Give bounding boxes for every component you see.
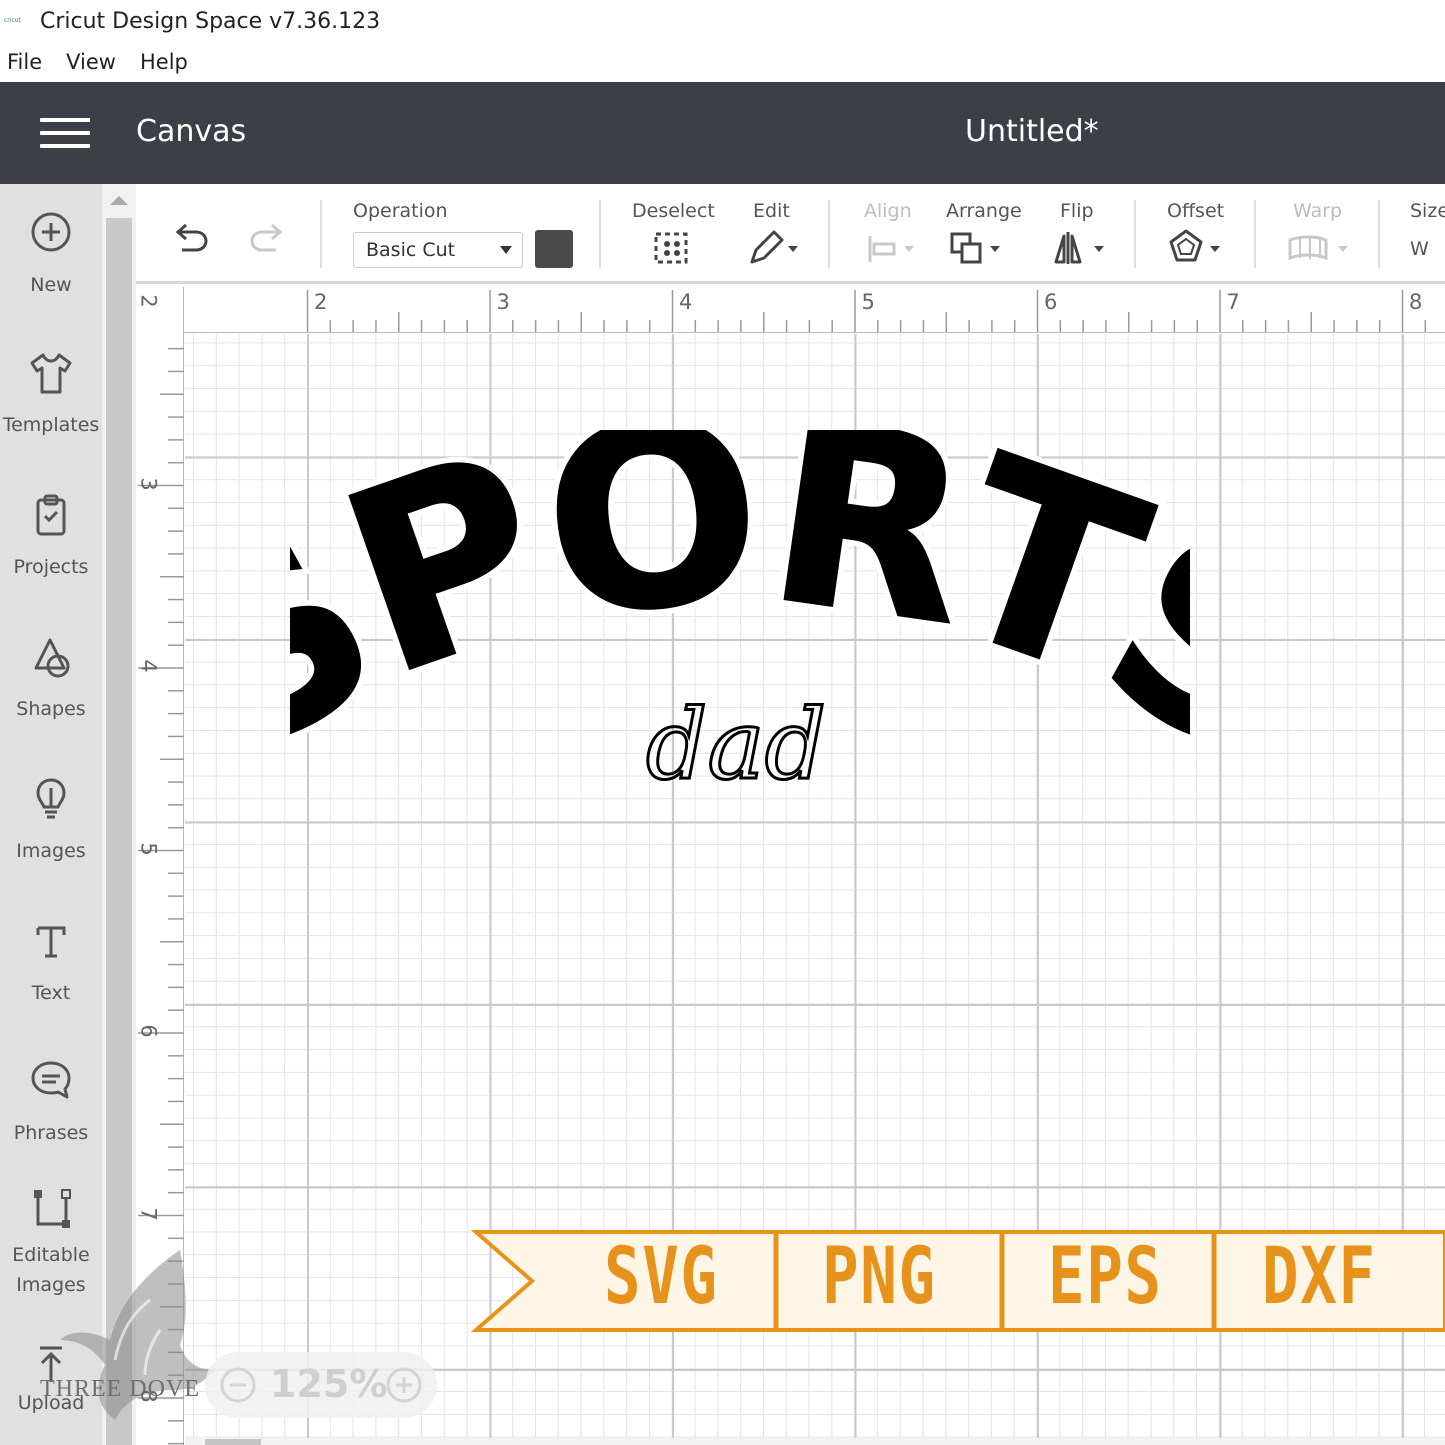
app-header: Canvas Untitled* (0, 82, 1445, 184)
ruler-left-label: 3 (136, 476, 161, 491)
text-icon (36, 926, 66, 958)
sidebar-label: Images (16, 840, 86, 862)
sidebar-item-templates[interactable]: Templates (0, 350, 102, 440)
arrange-icon[interactable] (948, 228, 1008, 268)
ruler-left-label: 8 (136, 1389, 161, 1403)
offset-label: Offset (1167, 200, 1225, 222)
sidebar-item-phrases[interactable]: Phrases (0, 1058, 102, 1148)
sidebar-label: Projects (13, 556, 89, 578)
ruler-top-label: 4 (679, 290, 693, 314)
deselect-label: Deselect (632, 200, 715, 222)
ruler-top-label: 3 (496, 290, 510, 314)
align-icon[interactable] (866, 228, 922, 268)
sidebar-item-images[interactable]: Images (0, 776, 102, 866)
ruler-top-label: 8 (1409, 290, 1423, 314)
tshirt-icon (30, 353, 72, 394)
app-logo: cricut (4, 17, 21, 24)
ruler-left-label: 6 (136, 1024, 161, 1038)
sidebar-item-shapes[interactable]: Shapes (0, 634, 102, 724)
menu-file[interactable]: File (7, 50, 42, 74)
format-dxf: DXF (1262, 1232, 1377, 1322)
window-title-bar: cricut Cricut Design Space v7.36.123 (0, 0, 1445, 42)
deselect-icon[interactable] (652, 228, 692, 268)
operation-select[interactable]: Basic Cut (353, 232, 523, 268)
horizontal-scrollbar-thumb[interactable] (205, 1439, 261, 1445)
scroll-up-arrow-icon[interactable] (110, 196, 128, 205)
menu-view[interactable]: View (66, 50, 116, 74)
zoom-out-icon[interactable] (219, 1366, 257, 1404)
size-width-label: W (1410, 238, 1429, 260)
window-title: Cricut Design Space v7.36.123 (40, 8, 381, 34)
sidebar-label: Phrases (13, 1122, 89, 1144)
sidebar-label: New (30, 274, 72, 296)
ruler-left-label: 5 (136, 841, 161, 856)
editable-images-icon (34, 1189, 71, 1228)
arrange-label: Arrange (946, 200, 1022, 222)
sidebar-label: Shapes (16, 698, 86, 720)
ruler-top-label: 5 (861, 290, 875, 314)
sidebar-item-projects[interactable]: Projects (0, 492, 102, 582)
operation-label: Operation (353, 200, 448, 222)
size-label: Size (1410, 200, 1445, 222)
dad-script-text: dad (646, 689, 826, 800)
align-label: Align (864, 200, 912, 222)
ruler-top-label: 6 (1044, 290, 1058, 314)
format-eps: EPS (1048, 1232, 1163, 1322)
clipboard-icon (36, 494, 66, 536)
ruler-top-label: 7 (1226, 290, 1240, 314)
ruler-left-label: 4 (136, 659, 161, 673)
operation-value: Basic Cut (366, 239, 456, 261)
watermark-text: THREE DOVE (40, 1376, 200, 1402)
document-title[interactable]: Untitled* (965, 114, 1099, 149)
menu-help[interactable]: Help (140, 50, 188, 74)
ruler-left-label: 7 (136, 1206, 161, 1221)
ruler-top-label: 2 (314, 290, 328, 314)
speech-bubble-icon (31, 1061, 71, 1099)
redo-icon[interactable] (248, 222, 288, 258)
sidebar-item-new[interactable]: New (0, 210, 102, 300)
undo-icon[interactable] (170, 222, 210, 258)
sports-dad-design[interactable]: SPORTS SPORTS dad (290, 430, 1190, 800)
sidebar-label: Templates (2, 414, 100, 436)
warp-label: Warp (1293, 200, 1343, 222)
format-svg: SVG (604, 1232, 719, 1322)
edit-label: Edit (753, 200, 790, 222)
color-swatch[interactable] (535, 230, 573, 268)
ruler-horizontal (136, 287, 1445, 333)
sidebar-label: Text (31, 982, 71, 1004)
ruler-left-label: 2 (136, 294, 161, 308)
chevron-down-icon (500, 246, 512, 254)
edit-toolbar: Operation Basic Cut Deselect Edit Align … (136, 184, 1445, 284)
plus-circle-icon (31, 212, 71, 252)
sidebar-item-text[interactable]: Text (0, 918, 102, 1008)
zoom-value: 125% (270, 1362, 388, 1406)
menu-bar: File View Help (0, 42, 1445, 82)
format-png: PNG (822, 1232, 937, 1322)
flip-icon[interactable] (1052, 228, 1112, 268)
section-title: Canvas (136, 114, 247, 149)
zoom-in-icon[interactable] (385, 1366, 423, 1404)
offset-icon[interactable] (1166, 228, 1226, 268)
horizontal-scrollbar-track[interactable] (185, 1438, 1445, 1445)
flip-label: Flip (1060, 200, 1094, 222)
warp-icon[interactable] (1286, 228, 1356, 268)
edit-pencil-icon[interactable] (746, 228, 806, 268)
shapes-icon (34, 638, 70, 678)
lightbulb-icon (36, 778, 66, 819)
hamburger-menu-icon[interactable] (40, 118, 90, 148)
